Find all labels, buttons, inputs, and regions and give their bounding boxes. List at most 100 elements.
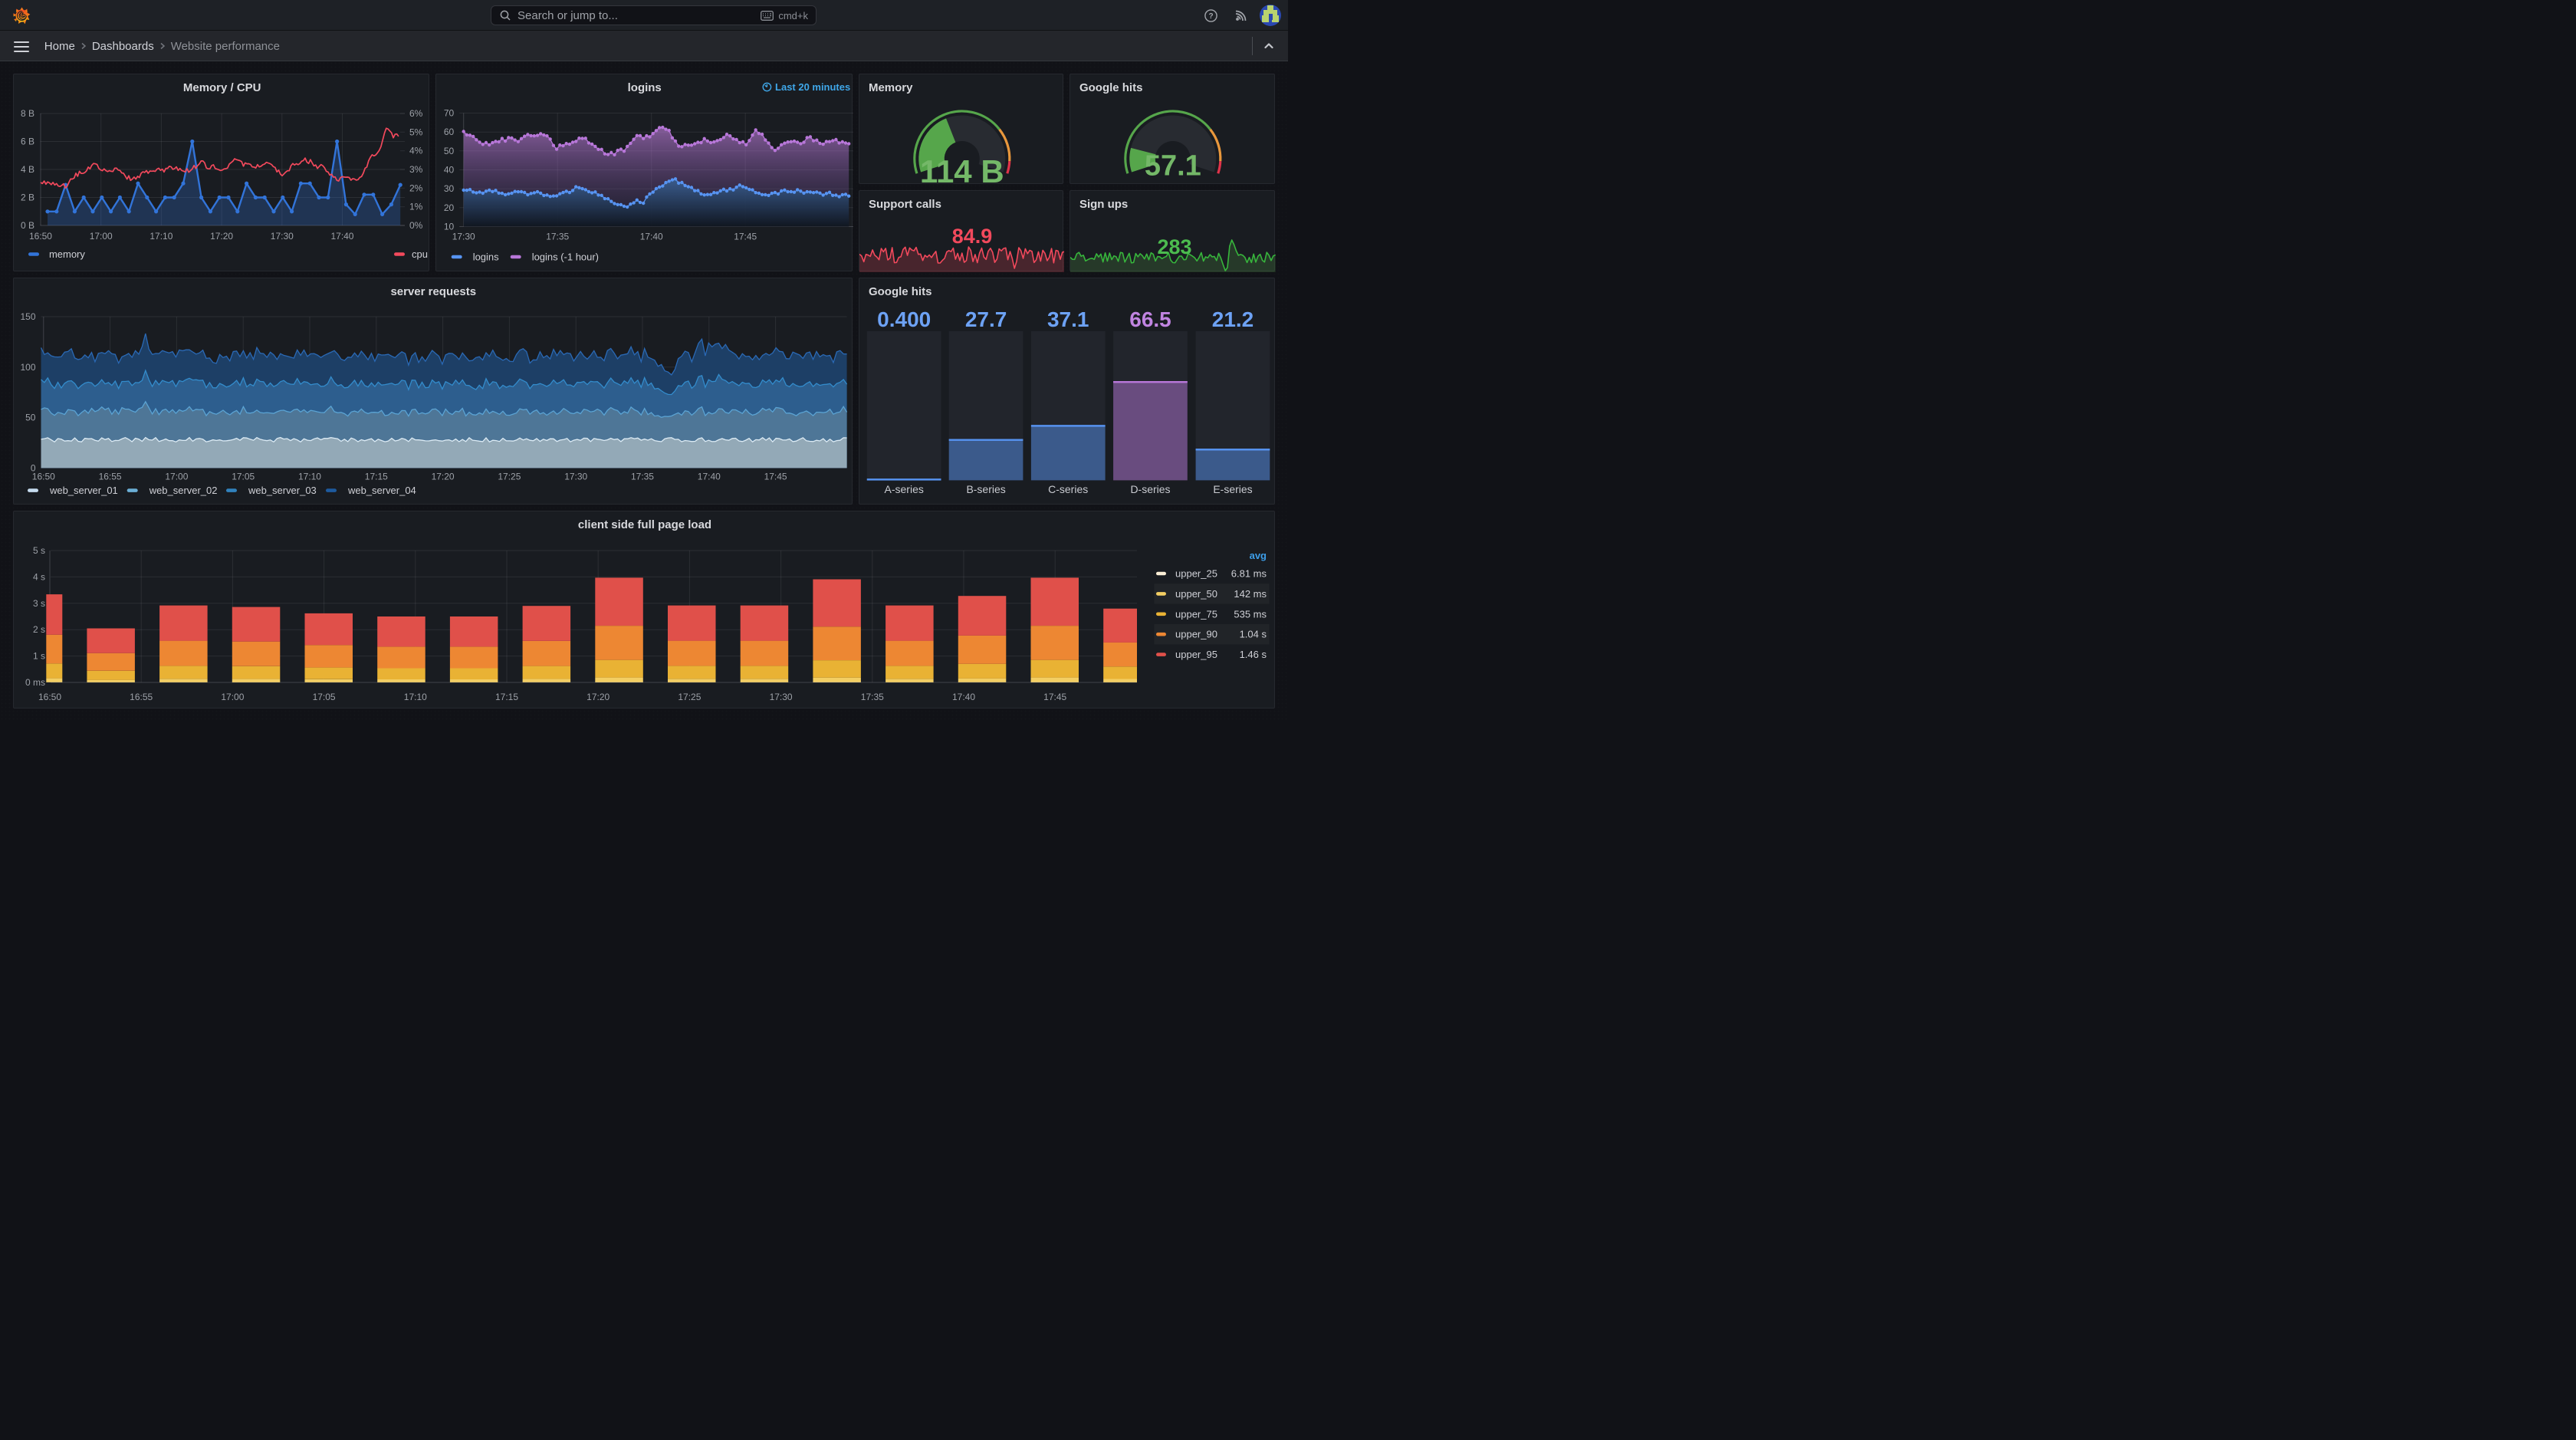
svg-text:E-series: E-series	[1213, 483, 1252, 495]
svg-text:0 ms: 0 ms	[25, 677, 45, 688]
svg-text:avg: avg	[1250, 550, 1267, 561]
svg-text:17:45: 17:45	[1043, 692, 1066, 702]
svg-text:17:35: 17:35	[861, 692, 884, 702]
svg-text:upper_50: upper_50	[1175, 588, 1217, 600]
svg-text:1 s: 1 s	[33, 651, 45, 662]
svg-text:30: 30	[444, 183, 455, 194]
svg-text:5 s: 5 s	[33, 545, 45, 556]
svg-text:A-series: A-series	[884, 483, 923, 495]
svg-text:17:00: 17:00	[165, 471, 188, 482]
svg-text:57.1: 57.1	[1145, 150, 1201, 182]
svg-text:17:20: 17:20	[586, 692, 610, 702]
svg-text:17:45: 17:45	[764, 471, 787, 482]
svg-text:17:30: 17:30	[564, 471, 587, 482]
svg-text:21.2: 21.2	[1211, 307, 1253, 331]
svg-text:4 B: 4 B	[21, 164, 34, 175]
svg-text:50: 50	[444, 146, 455, 156]
svg-text:cpu: cpu	[412, 248, 428, 260]
svg-text:17:25: 17:25	[678, 692, 701, 702]
svg-text:6%: 6%	[409, 108, 423, 119]
svg-text:16:50: 16:50	[32, 471, 55, 482]
svg-text:17:40: 17:40	[330, 231, 353, 242]
svg-text:50: 50	[25, 412, 36, 422]
svg-text:Google hits: Google hits	[869, 285, 932, 298]
svg-text:1.04 s: 1.04 s	[1240, 629, 1267, 640]
svg-text:0 B: 0 B	[21, 220, 34, 231]
svg-text:2%: 2%	[409, 182, 423, 193]
svg-text:memory: memory	[49, 248, 85, 260]
svg-text:17:30: 17:30	[770, 692, 793, 702]
svg-text:17:40: 17:40	[952, 692, 975, 702]
svg-text:server requests: server requests	[390, 285, 476, 298]
svg-text:Last 20 minutes: Last 20 minutes	[775, 81, 850, 93]
svg-text:Support calls: Support calls	[869, 198, 941, 211]
svg-text:Sign ups: Sign ups	[1079, 198, 1128, 211]
svg-text:5%: 5%	[409, 127, 423, 137]
svg-text:8 B: 8 B	[21, 108, 34, 119]
svg-text:6.81 ms: 6.81 ms	[1231, 568, 1267, 580]
svg-text:17:40: 17:40	[698, 471, 721, 482]
svg-text:C-series: C-series	[1048, 483, 1088, 495]
svg-text:17:05: 17:05	[313, 692, 336, 702]
svg-text:114 B: 114 B	[920, 153, 1004, 185]
svg-text:16:55: 16:55	[99, 471, 122, 482]
svg-text:17:10: 17:10	[150, 231, 172, 242]
svg-text:1.46 s: 1.46 s	[1240, 649, 1267, 660]
svg-text:D-series: D-series	[1130, 483, 1170, 495]
svg-text:17:20: 17:20	[210, 231, 233, 242]
svg-text:?: ?	[1208, 12, 1213, 21]
svg-text:3 s: 3 s	[33, 598, 45, 609]
svg-text:17:10: 17:10	[404, 692, 427, 702]
svg-text:150: 150	[20, 311, 35, 322]
svg-text:17:45: 17:45	[734, 231, 757, 242]
svg-text:2 s: 2 s	[33, 624, 45, 635]
svg-text:upper_75: upper_75	[1175, 608, 1217, 620]
svg-text:60: 60	[444, 127, 455, 137]
svg-text:0%: 0%	[409, 220, 423, 231]
svg-text:logins (-1 hour): logins (-1 hour)	[532, 251, 599, 262]
svg-text:17:00: 17:00	[221, 692, 244, 702]
svg-text:4 s: 4 s	[33, 571, 45, 582]
svg-text:37.1: 37.1	[1047, 307, 1089, 331]
svg-text:16:50: 16:50	[29, 231, 52, 242]
svg-text:6 B: 6 B	[21, 136, 34, 147]
svg-text:Memory: Memory	[869, 81, 913, 94]
svg-text:logins: logins	[473, 251, 499, 262]
svg-text:16:55: 16:55	[130, 692, 153, 702]
svg-text:10: 10	[444, 221, 455, 232]
svg-text:client side full page load: client side full page load	[578, 518, 711, 531]
svg-text:web_server_03: web_server_03	[248, 485, 317, 496]
svg-text:3%: 3%	[409, 164, 423, 175]
svg-text:17:00: 17:00	[90, 231, 113, 242]
svg-text:84.9: 84.9	[951, 225, 992, 248]
svg-text:upper_25: upper_25	[1175, 568, 1217, 580]
svg-text:2 B: 2 B	[21, 192, 34, 202]
svg-text:283: 283	[1158, 235, 1192, 258]
svg-text:16:50: 16:50	[38, 692, 61, 702]
svg-text:17:40: 17:40	[640, 231, 663, 242]
svg-text:17:30: 17:30	[271, 231, 294, 242]
svg-text:27.7: 27.7	[965, 307, 1007, 331]
svg-text:web_server_02: web_server_02	[149, 485, 218, 496]
svg-text:17:15: 17:15	[365, 471, 388, 482]
svg-text:Memory / CPU: Memory / CPU	[183, 81, 261, 94]
svg-text:B-series: B-series	[966, 483, 1005, 495]
svg-text:142 ms: 142 ms	[1234, 588, 1267, 600]
svg-text:40: 40	[444, 165, 455, 176]
svg-text:17:15: 17:15	[495, 692, 518, 702]
svg-text:20: 20	[444, 202, 455, 213]
svg-text:web_server_04: web_server_04	[347, 485, 416, 496]
svg-text:535 ms: 535 ms	[1234, 608, 1267, 620]
svg-text:17:25: 17:25	[498, 471, 521, 482]
svg-text:70: 70	[444, 108, 455, 119]
svg-text:17:35: 17:35	[546, 231, 569, 242]
svg-text:1%: 1%	[409, 202, 423, 212]
svg-text:web_server_01: web_server_01	[49, 485, 118, 496]
svg-text:4%: 4%	[409, 146, 423, 156]
svg-text:0.400: 0.400	[877, 307, 931, 331]
svg-text:17:05: 17:05	[232, 471, 255, 482]
svg-text:17:30: 17:30	[452, 231, 475, 242]
svg-text:logins: logins	[628, 81, 662, 94]
svg-text:100: 100	[20, 362, 35, 373]
svg-text:upper_95: upper_95	[1175, 649, 1217, 660]
